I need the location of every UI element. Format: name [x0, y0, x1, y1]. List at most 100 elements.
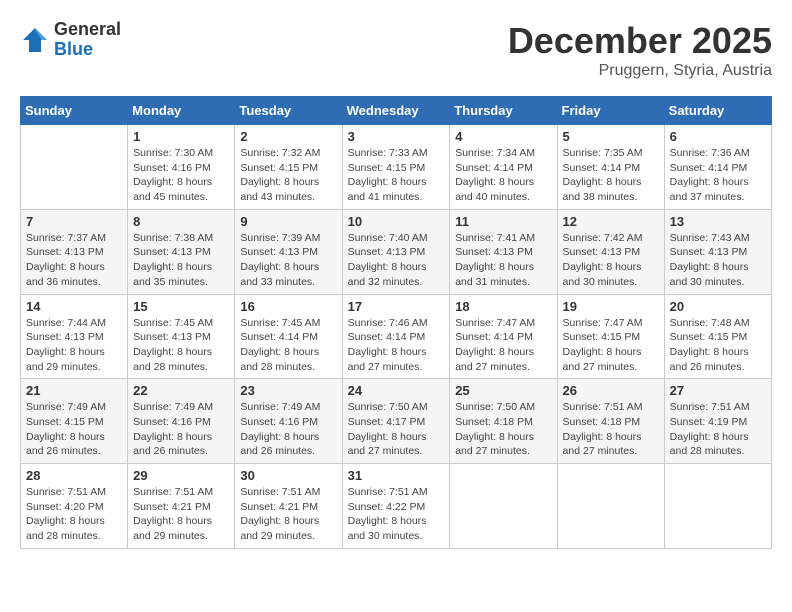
day-detail: Sunrise: 7:34 AMSunset: 4:14 PMDaylight:… [455, 146, 551, 205]
day-number: 5 [563, 129, 659, 144]
day-cell: 10 Sunrise: 7:40 AMSunset: 4:13 PMDayligh… [342, 209, 450, 294]
week-row-3: 21 Sunrise: 7:49 AMSunset: 4:15 PMDayligh… [21, 379, 772, 464]
logo-text: General Blue [54, 20, 121, 60]
main-title: December 2025 [508, 20, 772, 62]
day-detail: Sunrise: 7:39 AMSunset: 4:13 PMDaylight:… [240, 231, 336, 290]
day-cell: 18 Sunrise: 7:47 AMSunset: 4:14 PMDayligh… [450, 294, 557, 379]
logo-general: General [54, 20, 121, 40]
day-detail: Sunrise: 7:35 AMSunset: 4:14 PMDaylight:… [563, 146, 659, 205]
day-detail: Sunrise: 7:50 AMSunset: 4:17 PMDaylight:… [348, 400, 445, 459]
day-number: 22 [133, 383, 229, 398]
day-cell: 26 Sunrise: 7:51 AMSunset: 4:18 PMDayligh… [557, 379, 664, 464]
day-detail: Sunrise: 7:49 AMSunset: 4:16 PMDaylight:… [133, 400, 229, 459]
day-number: 9 [240, 214, 336, 229]
week-row-4: 28 Sunrise: 7:51 AMSunset: 4:20 PMDayligh… [21, 464, 772, 549]
day-number: 24 [348, 383, 445, 398]
calendar-header: SundayMondayTuesdayWednesdayThursdayFrid… [21, 97, 772, 125]
day-cell: 15 Sunrise: 7:45 AMSunset: 4:13 PMDayligh… [128, 294, 235, 379]
logo: General Blue [20, 20, 121, 60]
day-detail: Sunrise: 7:45 AMSunset: 4:13 PMDaylight:… [133, 316, 229, 375]
day-number: 30 [240, 468, 336, 483]
day-number: 20 [670, 299, 766, 314]
calendar-body: 1 Sunrise: 7:30 AMSunset: 4:16 PMDaylight… [21, 125, 772, 549]
day-number: 17 [348, 299, 445, 314]
day-detail: Sunrise: 7:30 AMSunset: 4:16 PMDaylight:… [133, 146, 229, 205]
day-detail: Sunrise: 7:51 AMSunset: 4:20 PMDaylight:… [26, 485, 122, 544]
day-cell: 4Sunrise: 7:34 AMSunset: 4:14 PMDaylight… [450, 125, 557, 210]
title-block: December 2025 Pruggern, Styria, Austria [508, 20, 772, 80]
header-thursday: Thursday [450, 97, 557, 125]
day-cell: 29Sunrise: 7:51 AMSunset: 4:21 PMDayligh… [128, 464, 235, 549]
day-number: 23 [240, 383, 336, 398]
day-number: 14 [26, 299, 122, 314]
day-cell: 12Sunrise: 7:42 AMSunset: 4:13 PMDayligh… [557, 209, 664, 294]
day-number: 31 [348, 468, 445, 483]
day-cell: 24 Sunrise: 7:50 AMSunset: 4:17 PMDayligh… [342, 379, 450, 464]
day-number: 2 [240, 129, 336, 144]
header-saturday: Saturday [664, 97, 771, 125]
day-cell: 1 Sunrise: 7:30 AMSunset: 4:16 PMDaylight… [128, 125, 235, 210]
day-detail: Sunrise: 7:49 AMSunset: 4:16 PMDaylight:… [240, 400, 336, 459]
week-row-0: 1 Sunrise: 7:30 AMSunset: 4:16 PMDaylight… [21, 125, 772, 210]
day-detail: Sunrise: 7:49 AMSunset: 4:15 PMDaylight:… [26, 400, 122, 459]
day-cell [557, 464, 664, 549]
day-detail: Sunrise: 7:44 AMSunset: 4:13 PMDaylight:… [26, 316, 122, 375]
header-row: SundayMondayTuesdayWednesdayThursdayFrid… [21, 97, 772, 125]
day-cell: 14 Sunrise: 7:44 AMSunset: 4:13 PMDayligh… [21, 294, 128, 379]
subtitle: Pruggern, Styria, Austria [508, 62, 772, 80]
day-number: 26 [563, 383, 659, 398]
day-number: 15 [133, 299, 229, 314]
day-detail: Sunrise: 7:51 AMSunset: 4:21 PMDaylight:… [240, 485, 336, 544]
day-cell: 3 Sunrise: 7:33 AMSunset: 4:15 PMDaylight… [342, 125, 450, 210]
day-detail: Sunrise: 7:40 AMSunset: 4:13 PMDaylight:… [348, 231, 445, 290]
day-number: 16 [240, 299, 336, 314]
day-detail: Sunrise: 7:41 AMSunset: 4:13 PMDaylight:… [455, 231, 551, 290]
day-detail: Sunrise: 7:47 AMSunset: 4:14 PMDaylight:… [455, 316, 551, 375]
page-header: General Blue December 2025 Pruggern, Sty… [20, 20, 772, 80]
day-cell: 5 Sunrise: 7:35 AMSunset: 4:14 PMDaylight… [557, 125, 664, 210]
day-cell: 13 Sunrise: 7:43 AMSunset: 4:13 PMDayligh… [664, 209, 771, 294]
day-cell: 17Sunrise: 7:46 AMSunset: 4:14 PMDayligh… [342, 294, 450, 379]
logo-icon [20, 25, 50, 55]
day-detail: Sunrise: 7:36 AMSunset: 4:14 PMDaylight:… [670, 146, 766, 205]
header-wednesday: Wednesday [342, 97, 450, 125]
week-row-2: 14 Sunrise: 7:44 AMSunset: 4:13 PMDayligh… [21, 294, 772, 379]
day-cell: 23 Sunrise: 7:49 AMSunset: 4:16 PMDayligh… [235, 379, 342, 464]
day-detail: Sunrise: 7:38 AMSunset: 4:13 PMDaylight:… [133, 231, 229, 290]
day-detail: Sunrise: 7:51 AMSunset: 4:22 PMDaylight:… [348, 485, 445, 544]
day-number: 1 [133, 129, 229, 144]
day-number: 11 [455, 214, 551, 229]
day-number: 28 [26, 468, 122, 483]
day-detail: Sunrise: 7:47 AMSunset: 4:15 PMDaylight:… [563, 316, 659, 375]
day-cell [450, 464, 557, 549]
day-number: 3 [348, 129, 445, 144]
day-detail: Sunrise: 7:51 AMSunset: 4:21 PMDaylight:… [133, 485, 229, 544]
day-cell: 27Sunrise: 7:51 AMSunset: 4:19 PMDayligh… [664, 379, 771, 464]
week-row-1: 7Sunrise: 7:37 AMSunset: 4:13 PMDaylight… [21, 209, 772, 294]
day-detail: Sunrise: 7:33 AMSunset: 4:15 PMDaylight:… [348, 146, 445, 205]
day-detail: Sunrise: 7:32 AMSunset: 4:15 PMDaylight:… [240, 146, 336, 205]
day-cell: 31 Sunrise: 7:51 AMSunset: 4:22 PMDayligh… [342, 464, 450, 549]
day-number: 18 [455, 299, 551, 314]
day-number: 25 [455, 383, 551, 398]
day-cell: 21 Sunrise: 7:49 AMSunset: 4:15 PMDayligh… [21, 379, 128, 464]
day-cell: 2 Sunrise: 7:32 AMSunset: 4:15 PMDaylight… [235, 125, 342, 210]
day-number: 10 [348, 214, 445, 229]
day-number: 21 [26, 383, 122, 398]
day-number: 7 [26, 214, 122, 229]
day-detail: Sunrise: 7:45 AMSunset: 4:14 PMDaylight:… [240, 316, 336, 375]
day-cell: 7Sunrise: 7:37 AMSunset: 4:13 PMDaylight… [21, 209, 128, 294]
day-cell [21, 125, 128, 210]
header-sunday: Sunday [21, 97, 128, 125]
header-friday: Friday [557, 97, 664, 125]
calendar-table: SundayMondayTuesdayWednesdayThursdayFrid… [20, 96, 772, 549]
day-number: 13 [670, 214, 766, 229]
day-cell: 11 Sunrise: 7:41 AMSunset: 4:13 PMDayligh… [450, 209, 557, 294]
day-number: 19 [563, 299, 659, 314]
day-detail: Sunrise: 7:43 AMSunset: 4:13 PMDaylight:… [670, 231, 766, 290]
day-cell: 28 Sunrise: 7:51 AMSunset: 4:20 PMDayligh… [21, 464, 128, 549]
day-detail: Sunrise: 7:51 AMSunset: 4:18 PMDaylight:… [563, 400, 659, 459]
header-monday: Monday [128, 97, 235, 125]
day-cell: 19 Sunrise: 7:47 AMSunset: 4:15 PMDayligh… [557, 294, 664, 379]
day-number: 27 [670, 383, 766, 398]
